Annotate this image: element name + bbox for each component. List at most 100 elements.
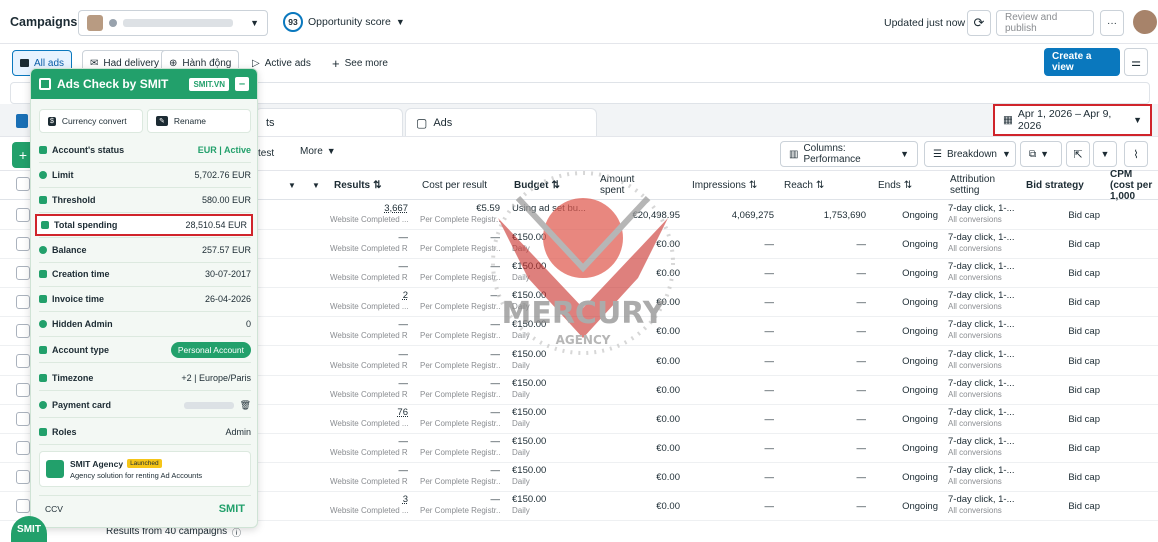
cell-ends-value: Ongoing [902, 501, 938, 512]
chart-button[interactable]: ⌇ [1124, 141, 1148, 167]
cell-results-value[interactable]: 2 [330, 290, 408, 301]
column-ends-label: Ends [878, 179, 901, 191]
smit-row-icon [41, 221, 49, 229]
see-more-button[interactable]: + See more [325, 50, 395, 76]
cell-reach-value: — [856, 239, 867, 250]
smit-panel-header: Ads Check by SMIT SMIT.VN – [31, 69, 257, 99]
column-results[interactable]: Results ⇅ [334, 170, 382, 200]
rename-button[interactable]: ✎ Rename [147, 109, 251, 133]
row-checkbox[interactable] [16, 499, 30, 513]
column-impressions[interactable]: Impressions ⇅ [692, 170, 757, 200]
column-attribution[interactable]: Attribution setting [950, 170, 1002, 200]
row-checkbox[interactable] [16, 295, 30, 309]
column-bid-strategy[interactable]: Bid strategy [1026, 170, 1084, 200]
cell-attr: 7-day click, 1-... All conversions [948, 378, 1018, 400]
filter-settings-button[interactable]: ⚌ [1124, 48, 1148, 76]
smit-info-key-label: Balance [52, 245, 87, 255]
currency-icon: $ [48, 116, 56, 126]
cell-results-value[interactable]: 3 [330, 494, 408, 505]
export-button[interactable]: ⇱ [1066, 141, 1090, 167]
row-checkbox[interactable] [16, 237, 30, 251]
row-checkbox[interactable] [16, 208, 30, 222]
row-checkbox[interactable] [16, 354, 30, 368]
ccv-label[interactable]: CCV [45, 504, 63, 514]
smit-agency-card[interactable]: SMIT Agency Launched Agency solution for… [39, 451, 251, 487]
smit-info-key: Limit [39, 170, 74, 180]
opportunity-score[interactable]: 93 Opportunity score ▼ [283, 12, 405, 32]
cell-budget: €150.00 Daily [512, 465, 588, 487]
cell-results-value[interactable]: 3,667 [330, 203, 408, 214]
column-budget[interactable]: Budget ⇅ [514, 170, 560, 200]
cell-attr: 7-day click, 1-... All conversions [948, 494, 1018, 516]
folder-icon [20, 59, 29, 67]
trash-icon[interactable]: 🗑 [240, 400, 251, 411]
smit-logo-icon [39, 78, 51, 90]
smit-row-icon [39, 146, 47, 154]
smit-info-value: 580.00 EUR [201, 195, 251, 205]
rename-label: Rename [173, 116, 207, 126]
cell-reach: — [780, 443, 867, 454]
export-more-button[interactable]: ▼ [1093, 141, 1117, 167]
tab-ads[interactable]: ▢ Ads [405, 108, 597, 136]
row-checkbox[interactable] [16, 324, 30, 338]
cell-attr-subtext: All conversions [948, 273, 1002, 282]
account-selector[interactable]: ▼ [78, 10, 268, 36]
more-dropdown[interactable]: More ▼ [300, 146, 336, 157]
cell-reach: — [780, 414, 867, 425]
cell-results-value[interactable]: — [330, 232, 409, 243]
column-amount-spent[interactable]: Amount spent [600, 170, 640, 200]
row-checkbox[interactable] [16, 383, 30, 397]
payment-card-blurred [183, 401, 234, 409]
row-checkbox[interactable] [16, 412, 30, 426]
smit-info-key: Total spending [41, 220, 117, 230]
row-checkbox[interactable] [16, 266, 30, 280]
chevron-down-icon: ▼ [250, 18, 259, 28]
row-checkbox[interactable] [16, 441, 30, 455]
minimize-button[interactable]: – [235, 77, 249, 91]
select-all-checkbox[interactable] [16, 177, 30, 191]
column-sort-menu[interactable]: ▼ [288, 170, 296, 200]
cell-cost-subtext: Per Complete Registr... [420, 215, 500, 224]
column-cpm[interactable]: CPM (cost per 1,000 [1110, 169, 1158, 202]
breakdown-dropdown[interactable]: ☰ Breakdown ▼ [924, 141, 1016, 167]
cell-results-value[interactable]: — [330, 349, 409, 360]
column-impressions-label: Impressions [692, 179, 746, 191]
column-ends[interactable]: Ends ⇅ [878, 170, 912, 200]
refresh-button[interactable]: ⟳ [967, 10, 991, 36]
currency-convert-button[interactable]: $ Currency convert [39, 109, 143, 133]
row-checkbox[interactable] [16, 470, 30, 484]
column-cost-label: Cost per result [422, 179, 488, 191]
columns-dropdown[interactable]: ▥ Columns: Performance ▼ [780, 141, 918, 167]
action-icon: ⊕ [169, 57, 178, 69]
cell-results-value[interactable]: — [330, 261, 409, 272]
column-cost-per-result[interactable]: Cost per result [422, 170, 494, 200]
cell-ends: Ongoing [880, 472, 938, 483]
date-range-picker[interactable]: ▦ Apr 1, 2026 – Apr 9, 2026 ▼ [993, 104, 1152, 136]
cell-impr: — [690, 385, 775, 396]
cell-impr-value: 4,069,275 [731, 210, 774, 221]
smit-vn-badge[interactable]: SMIT.VN [189, 77, 229, 91]
cell-reach: — [780, 326, 867, 337]
column-reach[interactable]: Reach ⇅ [784, 170, 824, 200]
cell-results-value[interactable]: — [330, 465, 409, 476]
more-options-button[interactable]: ··· [1100, 10, 1124, 36]
cell-attr-subtext: All conversions [948, 390, 1002, 399]
cell-results-value[interactable]: — [330, 378, 409, 389]
cell-attr-value: 7-day click, 1-... [948, 319, 1015, 330]
column-sort-menu-2[interactable]: ▼ [312, 170, 320, 200]
cell-attr-value: 7-day click, 1-... [948, 290, 1015, 301]
cell-results-value[interactable]: — [330, 436, 409, 447]
review-publish-button[interactable]: Review and publish [996, 10, 1094, 36]
cell-bid-value: Bid cap [1068, 239, 1100, 250]
create-view-button[interactable]: Create a view [1044, 48, 1120, 76]
reports-dropdown[interactable]: ⧉ ▼ [1020, 141, 1062, 167]
tab-ad-sets[interactable]: ts [255, 108, 403, 136]
cell-bid: Bid cap [1050, 385, 1100, 396]
cell-results-value[interactable]: 76 [330, 407, 408, 418]
cell-bid: Bid cap [1050, 268, 1100, 279]
user-avatar[interactable] [1133, 10, 1157, 34]
cell-cost-value: — [490, 407, 501, 418]
cell-attr: 7-day click, 1-... All conversions [948, 349, 1018, 371]
cell-ends: Ongoing [880, 210, 938, 221]
cell-results-value[interactable]: — [330, 319, 409, 330]
